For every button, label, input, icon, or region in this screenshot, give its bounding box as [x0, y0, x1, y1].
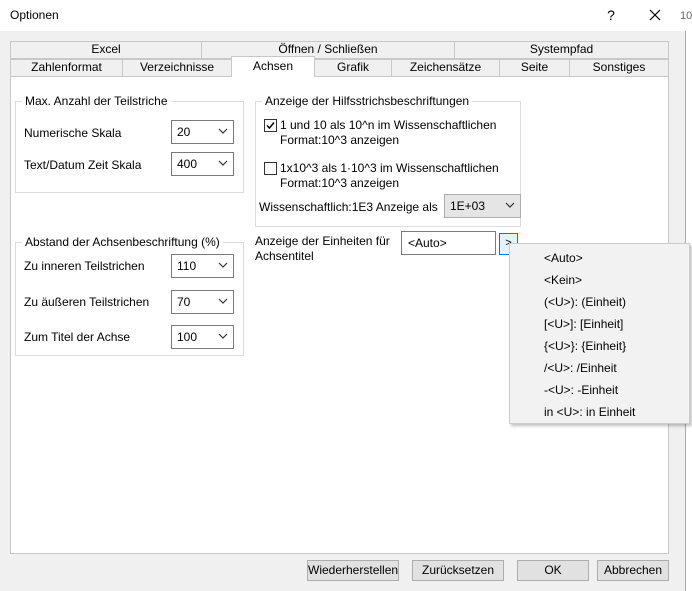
scientific-dot-label-line1: 1x10^3 als 1·10^3 im Wissenschaftlichen	[280, 161, 499, 175]
group-title: Abstand der Achsenbeschriftung (%)	[22, 235, 223, 249]
menu-item-in[interactable]: in <U>: in Einheit	[544, 405, 635, 419]
group-max-ticks: Max. Anzahl der Teilstriche	[15, 94, 244, 193]
menu-item-parentheses[interactable]: (<U>): (Einheit)	[544, 295, 626, 309]
tab-directories[interactable]: Verzeichnisse	[122, 59, 232, 77]
chevron-down-icon	[218, 262, 228, 268]
axis-title-distance-label: Zum Titel der Achse	[24, 330, 131, 344]
background-text: 10	[680, 10, 692, 22]
menu-item-slash[interactable]: /<U>: /Einheit	[544, 361, 617, 375]
chevron-down-icon	[218, 333, 228, 339]
scientific-dot-checkbox[interactable]	[264, 162, 277, 175]
checkmark-icon	[266, 122, 275, 130]
outer-ticks-select[interactable]: 70	[171, 290, 234, 314]
menu-item-none[interactable]: <Kein>	[544, 273, 582, 287]
units-value: <Auto>	[408, 236, 447, 250]
units-label-line2: Achsentitel	[255, 249, 314, 263]
scientific-10n-label-line1: 1 und 10 als 10^n im Wissenschaftlichen	[280, 118, 497, 132]
title-bar: Optionen ?	[0, 0, 686, 31]
menu-item-brackets[interactable]: [<U>]: [Einheit]	[544, 317, 623, 331]
window-title: Optionen	[10, 8, 59, 22]
scientific-display-select[interactable]: 1E+03	[444, 194, 521, 218]
outer-ticks-value: 70	[177, 295, 191, 309]
text-date-scale-label: Text/Datum Zeit Skala	[24, 158, 142, 172]
numeric-scale-select[interactable]: 20	[171, 120, 234, 144]
tab-excel[interactable]: Excel	[10, 41, 202, 59]
tab-system-path[interactable]: Systempfad	[454, 41, 669, 59]
chevron-down-icon	[505, 202, 515, 208]
help-button[interactable]: ?	[600, 4, 622, 26]
inner-ticks-value: 110	[177, 259, 197, 273]
scientific-display-value: 1E+03	[450, 199, 486, 213]
axis-title-distance-select[interactable]: 100	[171, 325, 234, 349]
group-title: Max. Anzahl der Teilstriche	[22, 94, 171, 108]
tab-graphic[interactable]: Grafik	[314, 59, 392, 77]
numeric-scale-value: 20	[177, 125, 191, 139]
numeric-scale-label: Numerische Skala	[24, 126, 122, 140]
scientific-dot-label-line2: Format:10^3 anzeigen	[280, 176, 400, 190]
axis-title-distance-value: 100	[177, 330, 198, 344]
scientific-10n-checkbox[interactable]	[264, 119, 277, 132]
scientific-display-label: Wissenschaftlich:1E3 Anzeige als	[259, 200, 438, 214]
chevron-down-icon	[218, 160, 228, 166]
close-button[interactable]	[640, 4, 670, 26]
outer-ticks-label: Zu äußeren Teilstrichen	[24, 295, 150, 309]
tab-misc[interactable]: Sonstiges	[569, 59, 669, 77]
reset-button[interactable]: Zurücksetzen	[412, 560, 504, 581]
units-label-line1: Anzeige der Einheiten für	[255, 234, 390, 248]
scientific-10n-label-line2: Format:10^3 anzeigen	[280, 133, 400, 147]
cancel-button[interactable]: Abbrechen	[597, 560, 669, 581]
menu-item-auto[interactable]: <Auto>	[544, 251, 583, 265]
inner-ticks-select[interactable]: 110	[171, 254, 234, 278]
tab-axes[interactable]: Achsen	[231, 56, 315, 77]
menu-item-dash[interactable]: -<U>: -Einheit	[544, 383, 618, 397]
tab-fonts[interactable]: Zeichensätze	[391, 59, 500, 77]
tab-page[interactable]: Seite	[499, 59, 570, 77]
units-input[interactable]: <Auto>	[401, 231, 496, 255]
close-icon	[649, 9, 661, 21]
tab-number-format[interactable]: Zahlenformat	[10, 59, 123, 77]
inner-ticks-label: Zu inneren Teilstrichen	[24, 259, 145, 273]
ok-button[interactable]: OK	[517, 560, 589, 581]
text-date-scale-value: 400	[177, 157, 198, 171]
group-title: Anzeige der Hilfsstrichsbeschriftungen	[262, 94, 473, 108]
chevron-down-icon	[218, 298, 228, 304]
menu-item-braces[interactable]: {<U>}: {Einheit}	[544, 339, 626, 353]
units-popup-menu: <Auto> <Kein> (<U>): (Einheit) [<U>]: [E…	[509, 243, 690, 424]
restore-button[interactable]: Wiederherstellen	[307, 560, 399, 581]
text-date-scale-select[interactable]: 400	[171, 152, 234, 176]
chevron-down-icon	[218, 128, 228, 134]
